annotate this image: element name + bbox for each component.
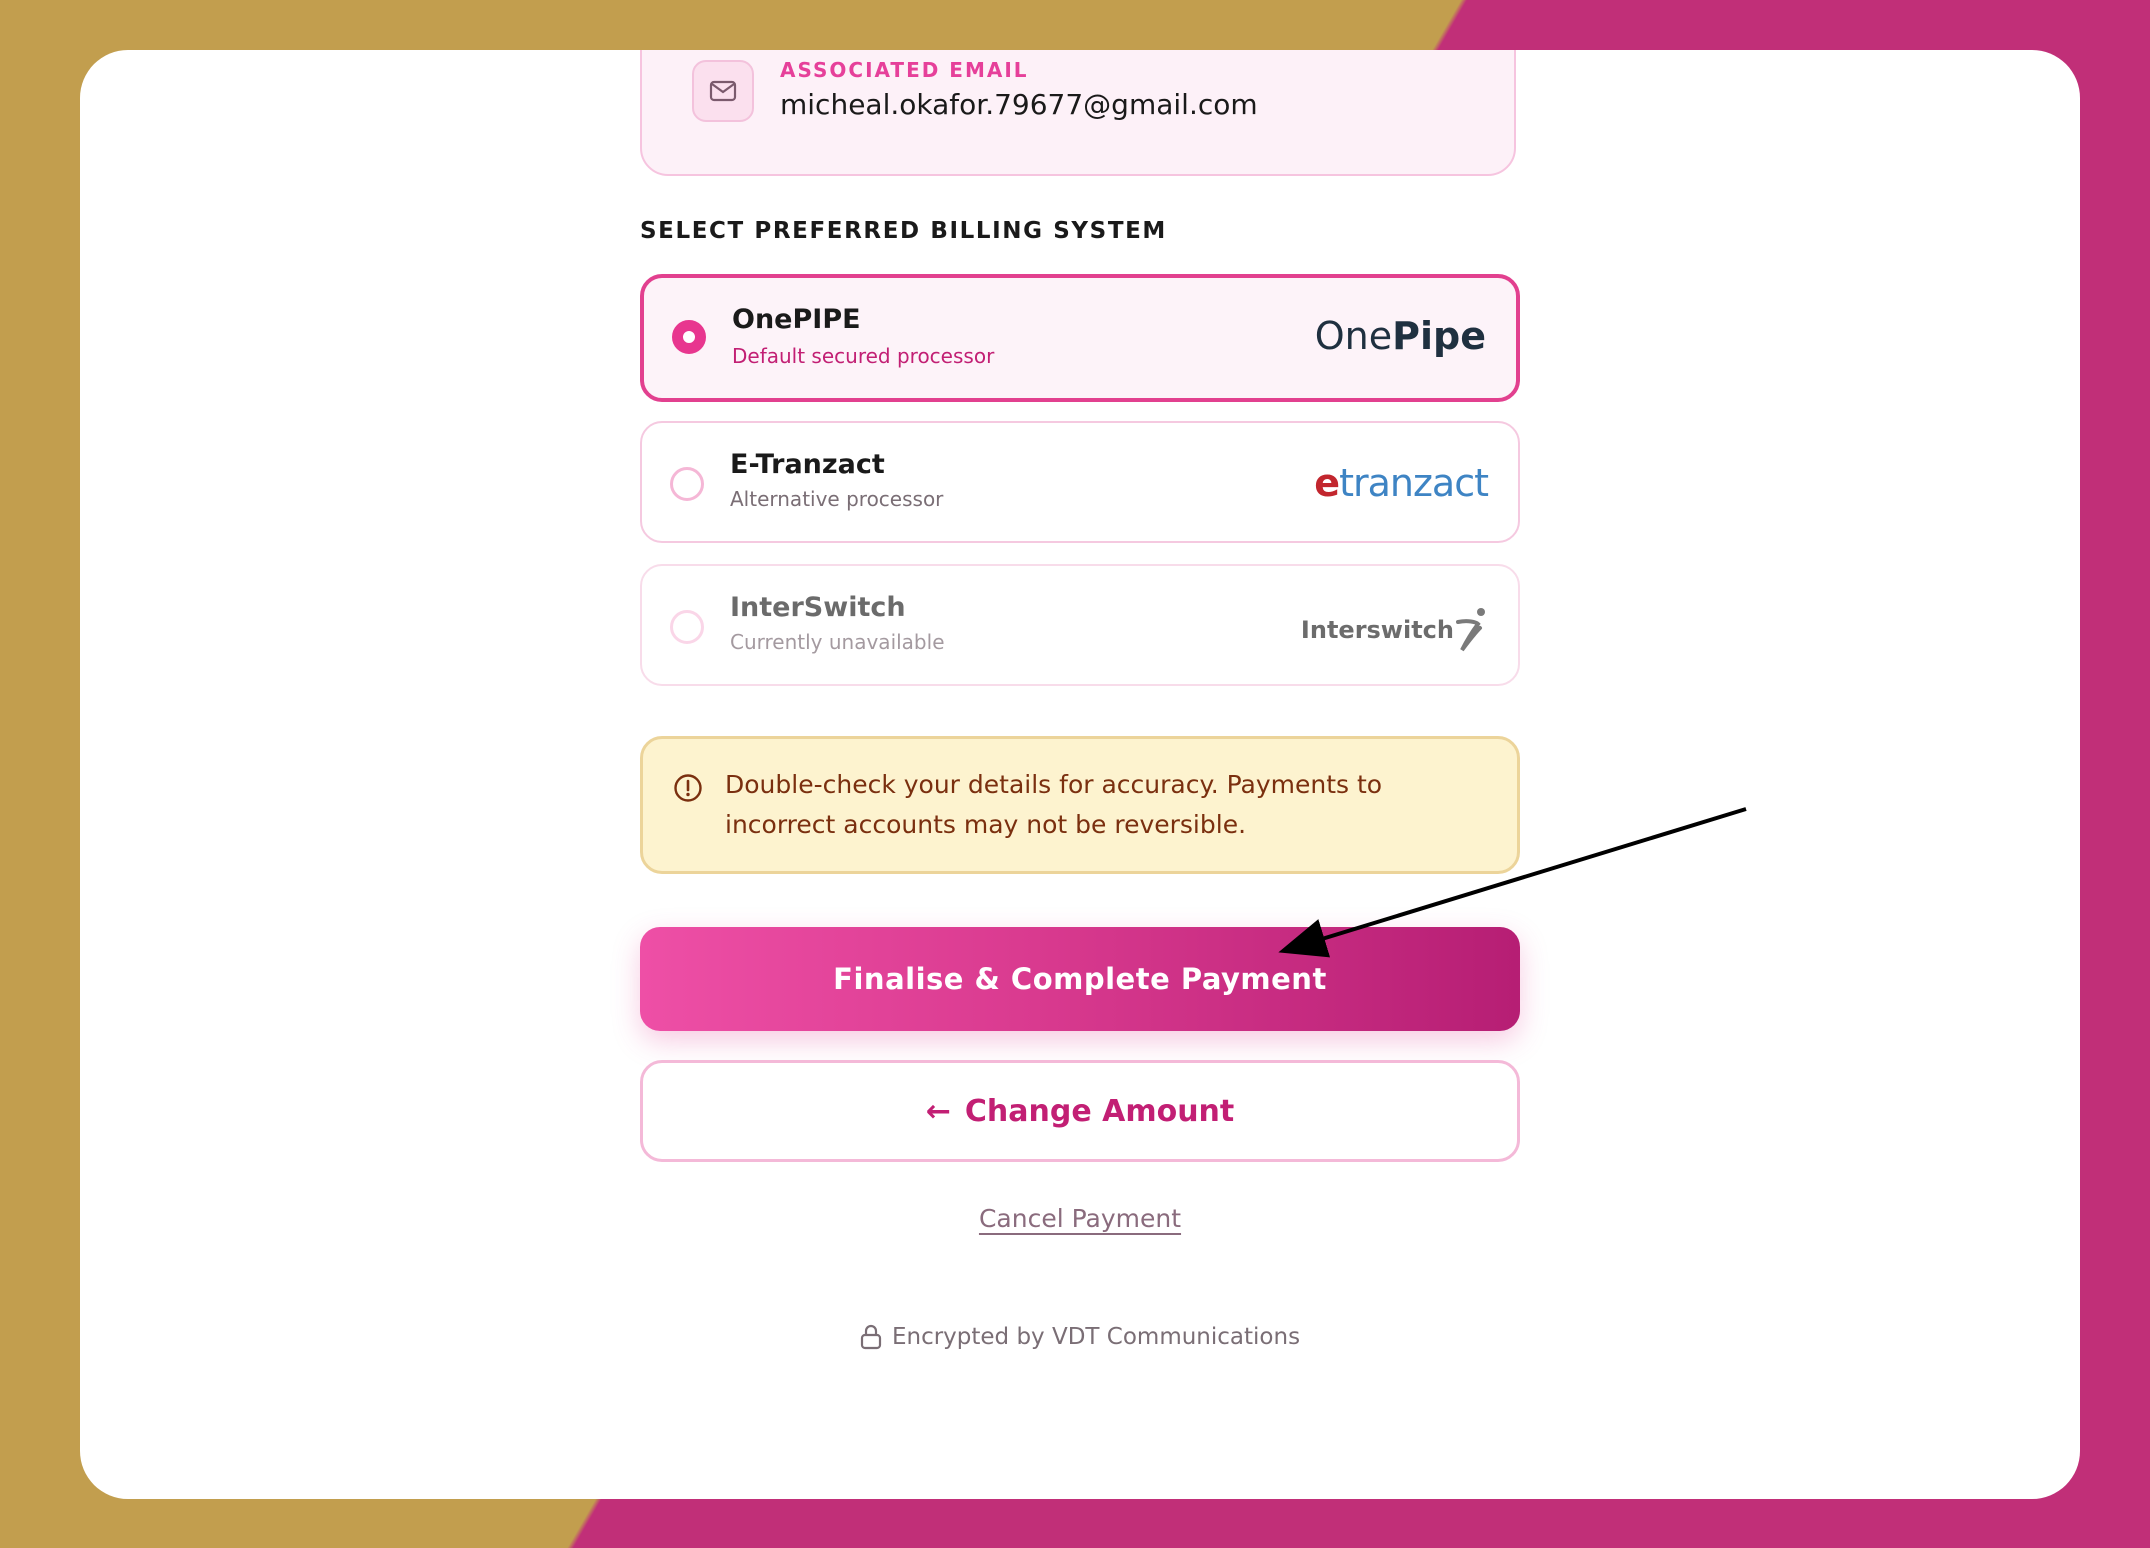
etranzact-logo: etranzact [1314, 461, 1489, 505]
billing-section-label: SELECT PREFERRED BILLING SYSTEM [640, 218, 1167, 244]
billing-option-etranzact[interactable]: E-Tranzact Alternative processor etranza… [640, 421, 1520, 543]
payment-card: ASSOCIATED EMAIL micheal.okafor.79677@gm… [80, 50, 2080, 1499]
associated-email-box: ASSOCIATED EMAIL micheal.okafor.79677@gm… [640, 50, 1516, 176]
change-amount-button[interactable]: ← Change Amount [640, 1060, 1520, 1162]
change-amount-label: Change Amount [964, 1093, 1235, 1129]
footer-text: Encrypted by VDT Communications [891, 1324, 1301, 1350]
alert-circle-icon [674, 774, 702, 802]
billing-option-interswitch: InterSwitch Currently unavailable Inters… [640, 564, 1520, 686]
lock-icon [860, 1324, 882, 1350]
mail-icon [692, 60, 754, 122]
option-title: InterSwitch [730, 592, 906, 623]
warning-notice: Double-check your details for accuracy. … [640, 736, 1520, 874]
radio-selected[interactable] [672, 320, 706, 354]
interswitch-swoosh-icon [1456, 608, 1485, 652]
encryption-footer: Encrypted by VDT Communications [640, 1324, 1520, 1350]
email-label: ASSOCIATED EMAIL [780, 58, 1029, 82]
option-title: OnePIPE [732, 304, 861, 335]
email-value: micheal.okafor.79677@gmail.com [780, 88, 1258, 121]
option-title: E-Tranzact [730, 449, 885, 480]
option-subtitle: Default secured processor [732, 344, 995, 368]
cancel-payment-wrapper: Cancel Payment [640, 1204, 1520, 1233]
radio-unselected[interactable] [670, 467, 704, 501]
option-subtitle: Alternative processor [730, 487, 944, 511]
billing-option-onepipe[interactable]: OnePIPE Default secured processor OnePip… [640, 274, 1520, 402]
arrow-left-icon: ← [925, 1093, 951, 1129]
cancel-payment-link[interactable]: Cancel Payment [979, 1204, 1181, 1233]
onepipe-logo: OnePipe [1314, 314, 1486, 358]
interswitch-logo: Interswitch [1301, 606, 1488, 654]
finalise-payment-button[interactable]: Finalise & Complete Payment [640, 927, 1520, 1031]
option-subtitle: Currently unavailable [730, 630, 945, 654]
radio-disabled [670, 610, 704, 644]
warning-text: Double-check your details for accuracy. … [725, 770, 1383, 839]
